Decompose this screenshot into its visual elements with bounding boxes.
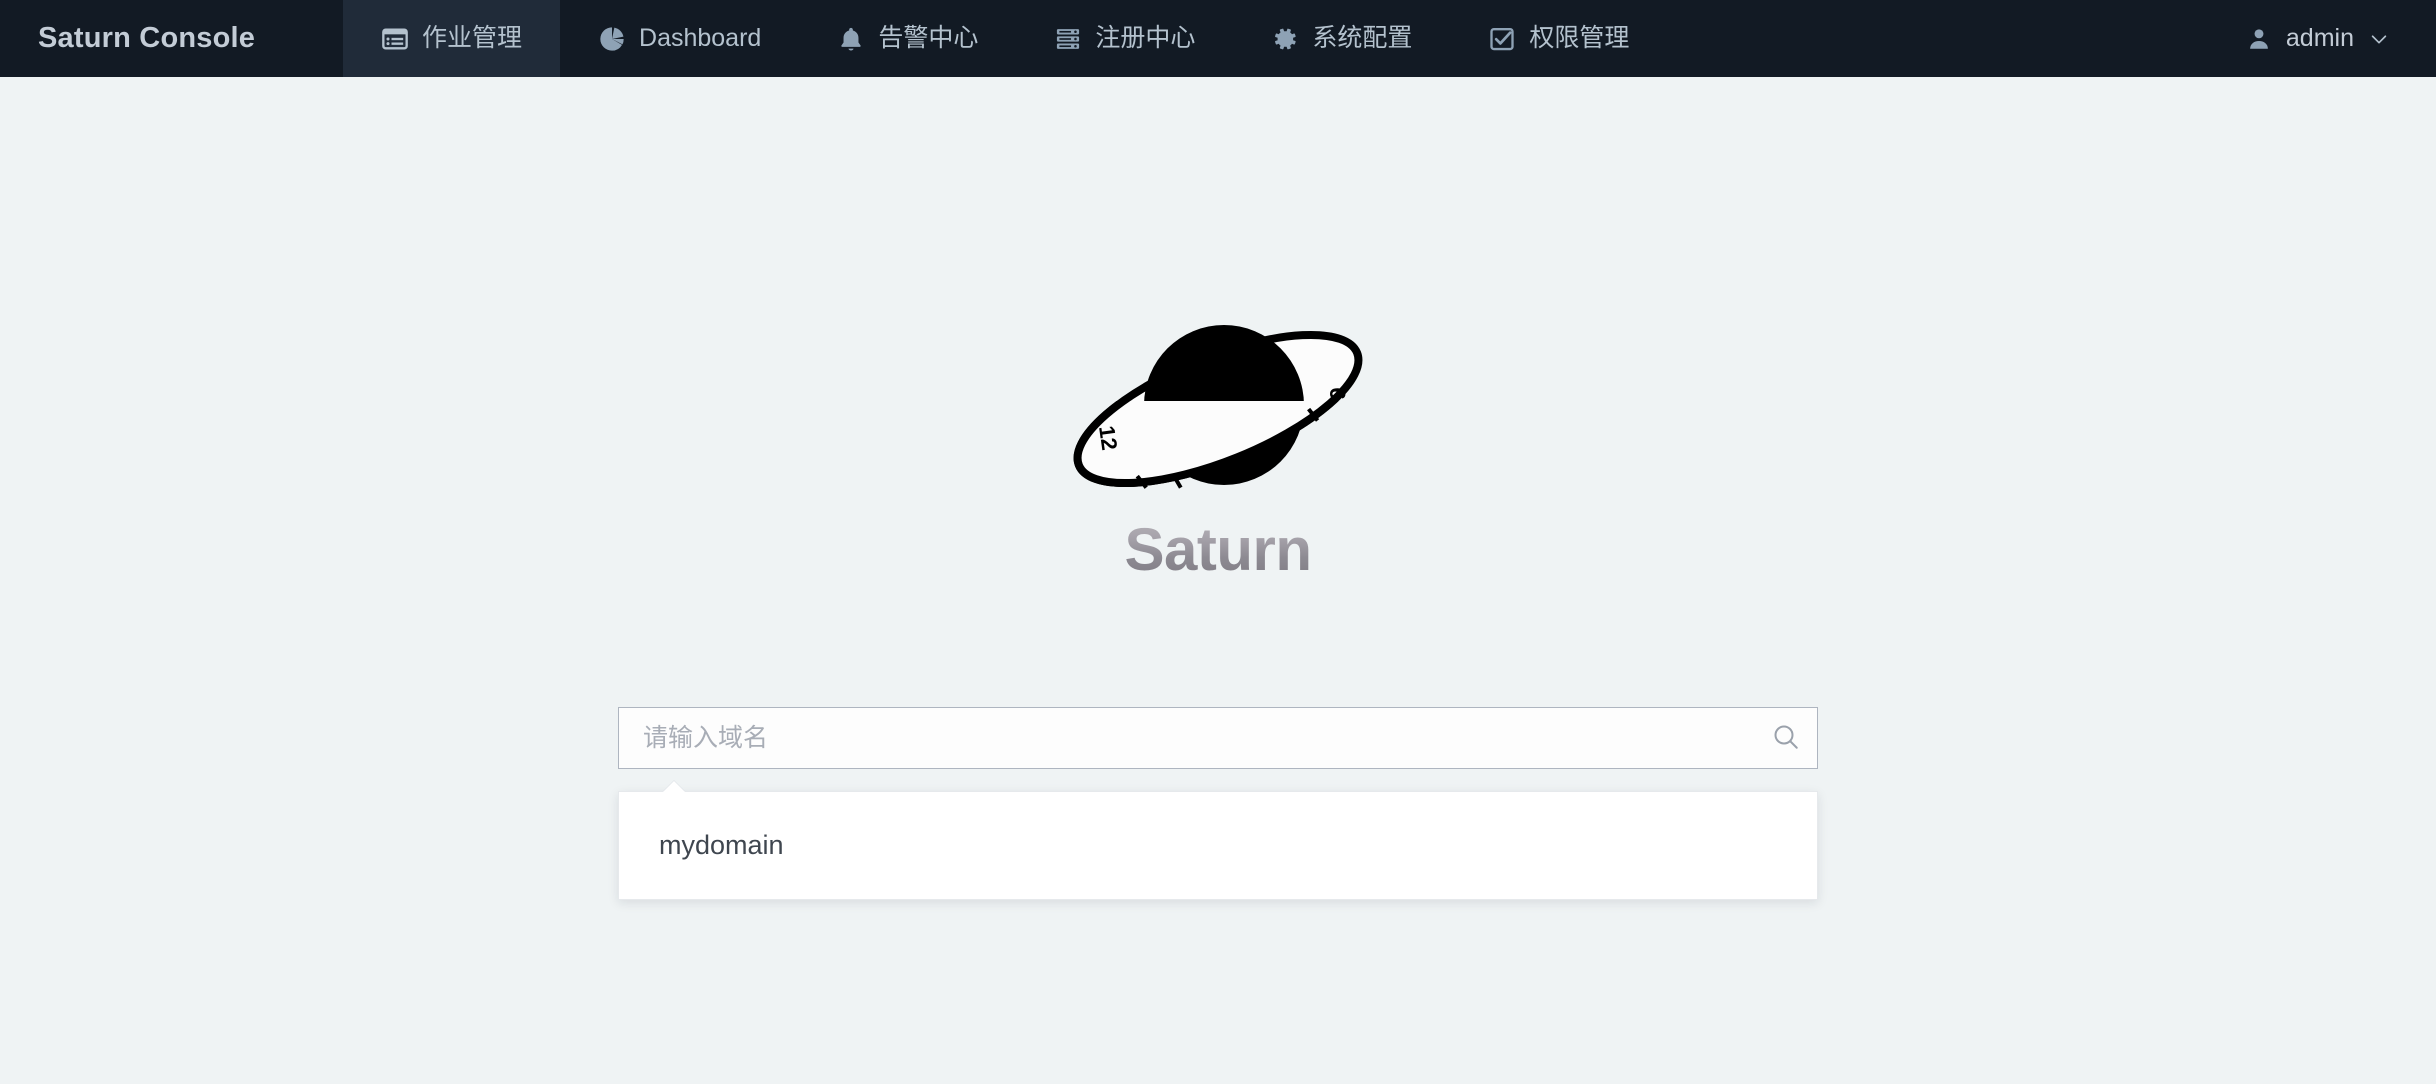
gear-icon: [1271, 25, 1299, 53]
saturn-planet-logo: 12 9 6: [1048, 309, 1388, 509]
search-icon: [1771, 722, 1801, 755]
user-name-label: admin: [2286, 24, 2354, 53]
nav-item-system-config[interactable]: 系统配置: [1233, 0, 1450, 77]
checkbox-checked-icon: [1488, 25, 1516, 53]
nav-item-label: 告警中心: [878, 26, 978, 51]
domain-suggestion-dropdown: mydomain: [618, 791, 1818, 900]
ring-label-6: 6: [1325, 387, 1350, 399]
nav-spacer: [1667, 0, 2246, 77]
list-item[interactable]: mydomain: [619, 814, 1817, 877]
nav-item-permission-management[interactable]: 权限管理: [1450, 0, 1667, 77]
saturn-logo-block: 12 9 6 Saturn: [1008, 309, 1428, 584]
list-panel-icon: [381, 25, 409, 53]
nav-item-label: 权限管理: [1529, 26, 1629, 51]
search-button[interactable]: [1755, 708, 1817, 768]
app-brand-title: Saturn Console: [0, 0, 343, 77]
saturn-wordmark: Saturn: [1124, 515, 1311, 584]
nav-item-label: 作业管理: [422, 26, 522, 51]
bell-icon: [837, 25, 865, 53]
domain-search-box[interactable]: [618, 707, 1818, 769]
nav-item-label: Dashboard: [639, 26, 761, 51]
nav-item-list: 作业管理 Dashboard 告警中心: [343, 0, 2436, 77]
domain-search-area: mydomain: [618, 707, 1818, 900]
nav-item-registry-center[interactable]: 注册中心: [1016, 0, 1233, 77]
nav-item-label: 系统配置: [1312, 26, 1412, 51]
server-rack-icon: [1054, 25, 1082, 53]
main-content-area: 12 9 6 Saturn: [0, 77, 2436, 1084]
chevron-down-icon[interactable]: [2368, 28, 2390, 50]
nav-item-job-management[interactable]: 作业管理: [343, 0, 560, 77]
top-navigation-bar: Saturn Console 作业管理: [0, 0, 2436, 77]
user-menu[interactable]: admin: [2246, 0, 2424, 77]
nav-item-label: 注册中心: [1095, 26, 1195, 51]
pie-chart-icon: [598, 25, 626, 53]
nav-item-alert-center[interactable]: 告警中心: [799, 0, 1016, 77]
domain-search-input[interactable]: [619, 708, 1755, 768]
user-icon: [2246, 26, 2272, 52]
ring-label-9: 9: [1225, 470, 1250, 483]
nav-item-dashboard[interactable]: Dashboard: [560, 0, 799, 77]
ring-label-12: 12: [1094, 424, 1122, 452]
